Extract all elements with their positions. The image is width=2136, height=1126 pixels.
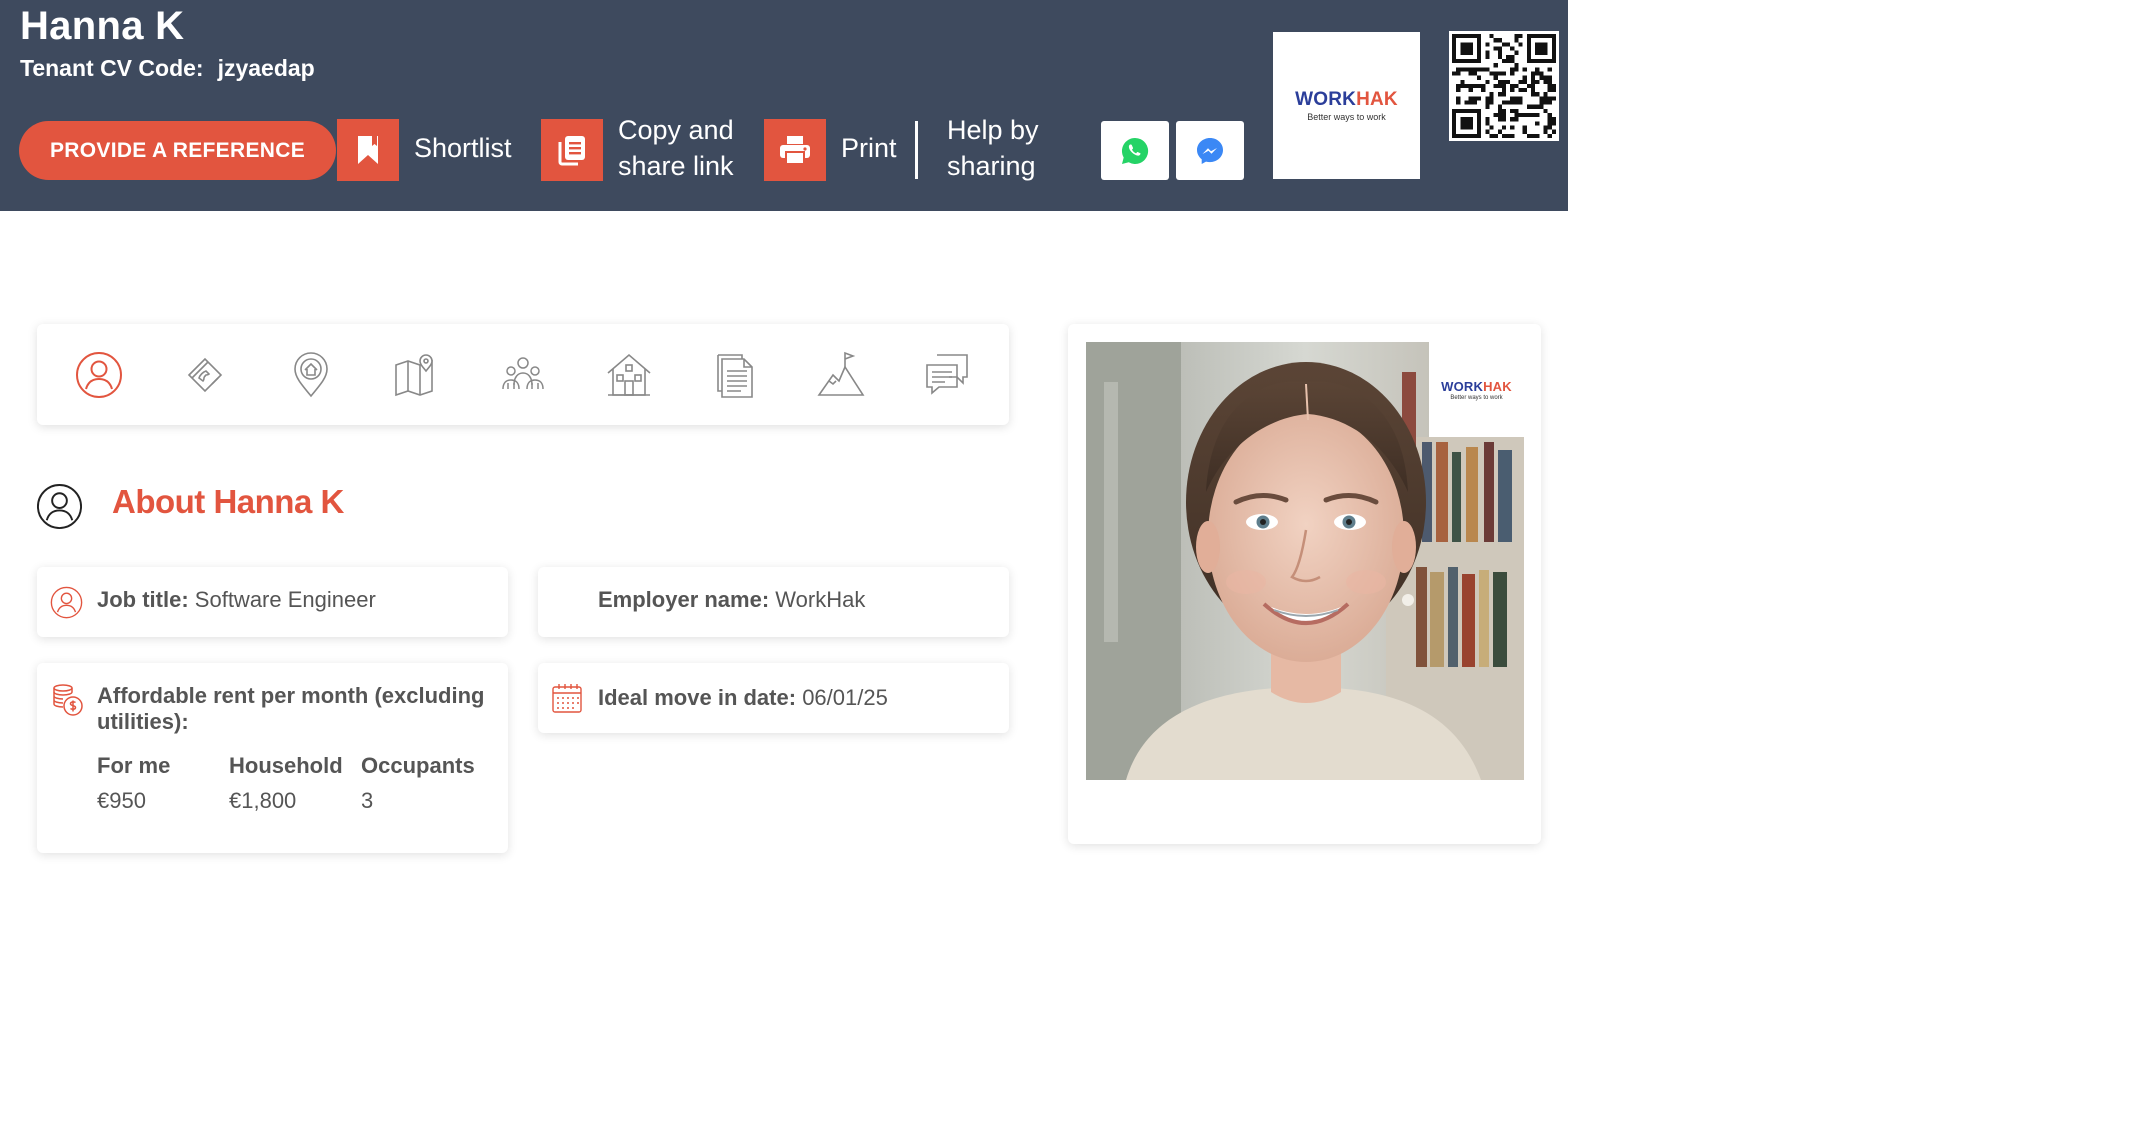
move-in-label: Ideal move in date: (598, 685, 797, 710)
help-by-sharing-label: Help by sharing (947, 112, 1039, 184)
nav-references-icon[interactable] (922, 350, 972, 400)
nav-contact-icon[interactable] (180, 350, 230, 400)
nav-location-icon[interactable] (286, 350, 336, 400)
photo-workhak-logo: WORKHAK Better ways to work (1429, 342, 1524, 437)
move-in-line: Ideal move in date: 06/01/25 (598, 685, 888, 711)
qr-code-image (1452, 34, 1556, 138)
rent-col-header: Occupants (361, 753, 475, 778)
photo-logo-tagline: Better ways to work (1450, 394, 1503, 401)
rent-col-header: For me (97, 753, 171, 778)
whatsapp-share-button[interactable] (1101, 121, 1169, 180)
family-icon (502, 357, 544, 390)
rent-col-occupants: Occupants 3 (361, 753, 475, 814)
rent-label-line1: Affordable rent per month (excluding (97, 683, 485, 708)
qr-code (1449, 31, 1559, 141)
document-icon (717, 354, 753, 398)
job-title-line: Job title: Software Engineer (97, 587, 376, 613)
about-title: About Hanna K (112, 483, 344, 520)
profile-header: Hanna K Tenant CV Code: jzyaedap PROVIDE … (0, 0, 1568, 211)
rent-col-value: €1,800 (229, 788, 297, 813)
job-title-label: Job title: (97, 587, 189, 612)
tenant-name: Hanna K (20, 4, 185, 48)
copy-icon (558, 136, 585, 166)
rent-col-household: Household €1,800 (229, 753, 343, 814)
help-line2: sharing (947, 151, 1036, 181)
print-button[interactable] (764, 119, 826, 181)
move-in-value: 06/01/25 (802, 685, 888, 710)
nav-goals-icon[interactable] (816, 350, 866, 400)
rent-col-for-me: For me €950 (97, 753, 170, 814)
move-in-card: Ideal move in date: 06/01/25 (538, 663, 1009, 733)
header-divider (915, 121, 918, 179)
cv-code-value: jzyaedap (217, 55, 315, 81)
employer-card: Employer name: WorkHak (538, 567, 1009, 637)
job-title-card: Job title: Software Engineer (37, 567, 508, 637)
mountain-flag-icon (817, 351, 865, 396)
bookmark-icon (358, 136, 378, 164)
house-icon (607, 353, 651, 396)
copy-share-link-label[interactable]: Copy and share link (618, 112, 734, 184)
shortlist-button[interactable] (337, 119, 399, 181)
messenger-icon (1197, 137, 1223, 164)
rent-col-header: Household (229, 753, 343, 778)
rent-card: Affordable rent per month (excluding uti… (37, 663, 508, 853)
calendar-icon (552, 684, 582, 713)
workhak-logo: WORKHAK Better ways to work (1273, 32, 1420, 179)
printer-icon (780, 136, 810, 165)
employer-line: Employer name: WorkHak (598, 587, 865, 613)
print-label[interactable]: Print (841, 130, 897, 166)
nav-household-icon[interactable] (498, 350, 548, 400)
cv-code-line: Tenant CV Code: jzyaedap (20, 55, 315, 82)
whatsapp-icon (1121, 137, 1149, 164)
location-home-icon (294, 352, 328, 398)
map-icon (395, 354, 433, 397)
phone-book-icon (187, 357, 223, 393)
photo-logo-wordmark: WORKHAK (1441, 378, 1512, 394)
rent-col-value: 3 (361, 788, 374, 813)
employer-label: Employer name: (598, 587, 770, 612)
nav-home-icon[interactable] (604, 350, 654, 400)
person-icon (76, 352, 122, 398)
rent-label-line2: utilities): (97, 709, 189, 734)
rent-col-value: €950 (97, 788, 146, 813)
about-person-icon (36, 483, 83, 530)
messenger-share-button[interactable] (1176, 121, 1244, 180)
money-coins-icon (53, 684, 83, 716)
job-person-icon (50, 586, 83, 619)
shortlist-label[interactable]: Shortlist (414, 130, 512, 166)
copy-label-line1: Copy and (618, 115, 734, 145)
copy-label-line2: share link (618, 151, 734, 181)
rent-label: Affordable rent per month (excluding uti… (97, 683, 484, 735)
provide-reference-button[interactable]: PROVIDE A REFERENCE (19, 121, 336, 180)
cv-code-label: Tenant CV Code: (20, 55, 204, 81)
employer-value: WorkHak (775, 587, 866, 612)
help-line1: Help by (947, 115, 1039, 145)
logo-tagline: Better ways to work (1307, 112, 1386, 122)
job-title-value: Software Engineer (194, 587, 376, 612)
nav-about-icon[interactable] (74, 350, 124, 400)
logo-wordmark: WORKHAK (1295, 89, 1398, 110)
nav-map-icon[interactable] (392, 350, 442, 400)
chat-icon (926, 354, 968, 395)
nav-documents-icon[interactable] (710, 350, 760, 400)
section-nav (37, 324, 1009, 425)
copy-share-link-button[interactable] (541, 119, 603, 181)
